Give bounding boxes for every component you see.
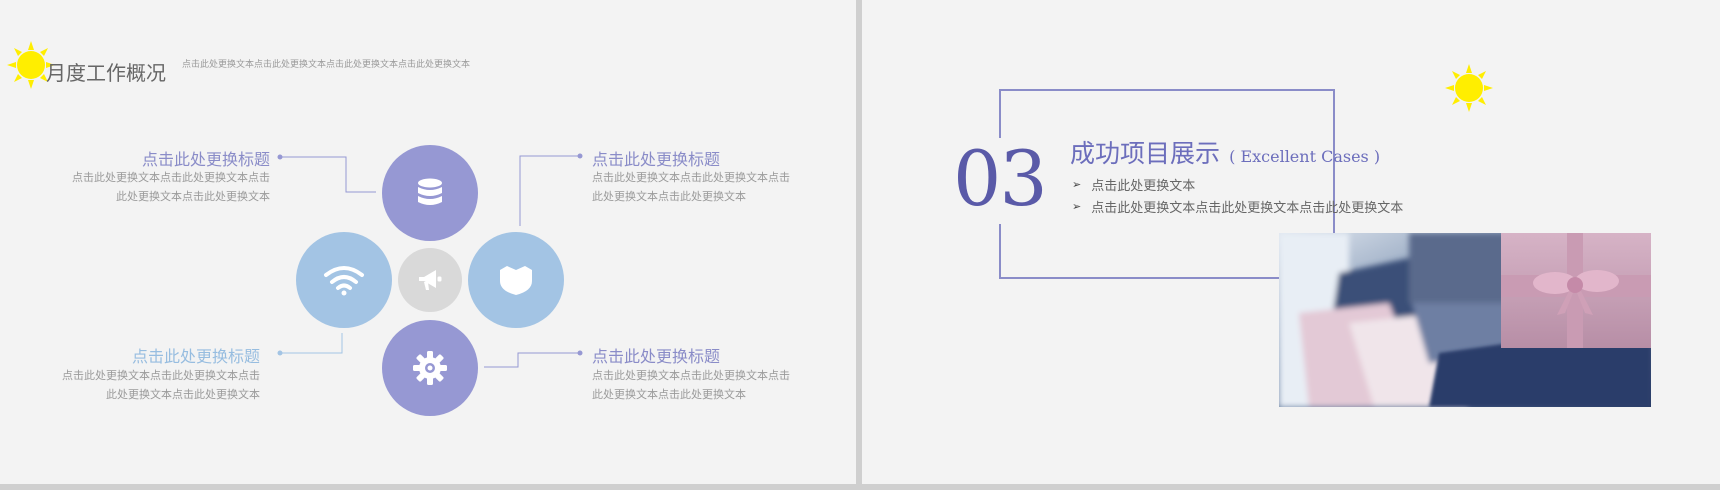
database-icon xyxy=(418,178,442,205)
wifi-icon xyxy=(324,266,364,296)
item-text-bottom-left-1: 点击此处更换文本点击此处更换文本点击 xyxy=(62,369,260,382)
bullet-item: ➢ 点击此处更换文本 xyxy=(1072,175,1195,194)
section-title-en: ( Excellent Cases ) xyxy=(1229,147,1381,166)
slide-right: 03 成功项目展示 ( Excellent Cases ) ➢ 点击此处更换文本… xyxy=(862,0,1720,484)
item-title-top-right: 点击此处更换标题 xyxy=(592,150,721,169)
item-text-top-right-2: 此处更换文本点击此处更换文本 xyxy=(592,190,746,203)
item-title-bottom-left: 点击此处更换标题 xyxy=(131,347,260,366)
bullet-item: ➢ 点击此处更换文本点击此处更换文本点击此处更换文本 xyxy=(1072,197,1403,216)
gift-photo xyxy=(1279,233,1651,407)
circle-right xyxy=(468,232,564,328)
item-title-top-left: 点击此处更换标题 xyxy=(141,150,270,169)
arrow-bullet-icon: ➢ xyxy=(1072,178,1082,191)
section-number: 03 xyxy=(953,134,1048,223)
circle-center xyxy=(398,248,462,312)
circle-top xyxy=(382,145,478,241)
arrow-bullet-icon: ➢ xyxy=(1072,200,1082,213)
circle-bottom xyxy=(382,320,478,416)
section-title: 成功项目展示 xyxy=(1070,139,1221,168)
bullet-text: 点击此处更换文本点击此处更换文本点击此处更换文本 xyxy=(1091,201,1404,216)
item-text-top-left-1: 点击此处更换文本点击此处更换文本点击 xyxy=(72,171,270,184)
section-heading: 成功项目展示 ( Excellent Cases ) xyxy=(1070,134,1380,170)
shield-icon xyxy=(500,266,532,295)
circle-left xyxy=(296,232,392,328)
item-text-bottom-right-1: 点击此处更换文本点击此处更换文本点击 xyxy=(592,369,790,382)
sun-icon xyxy=(1445,64,1493,112)
item-text-bottom-left-2: 此处更换文本点击此处更换文本 xyxy=(106,388,260,401)
item-text-bottom-right-2: 此处更换文本点击此处更换文本 xyxy=(592,388,746,401)
gear-icon xyxy=(413,351,447,385)
item-text-top-left-2: 此处更换文本点击此处更换文本 xyxy=(116,190,270,203)
megaphone-icon xyxy=(419,270,442,290)
item-title-bottom-right: 点击此处更换标题 xyxy=(592,347,721,366)
bullet-text: 点击此处更换文本 xyxy=(1091,179,1196,194)
slide-left: 月度工作概况 点击此处更换文本点击此处更换文本点击此处更换文本点击此处更换文本 … xyxy=(0,0,856,484)
item-text-top-right-1: 点击此处更换文本点击此处更换文本点击 xyxy=(592,171,790,184)
